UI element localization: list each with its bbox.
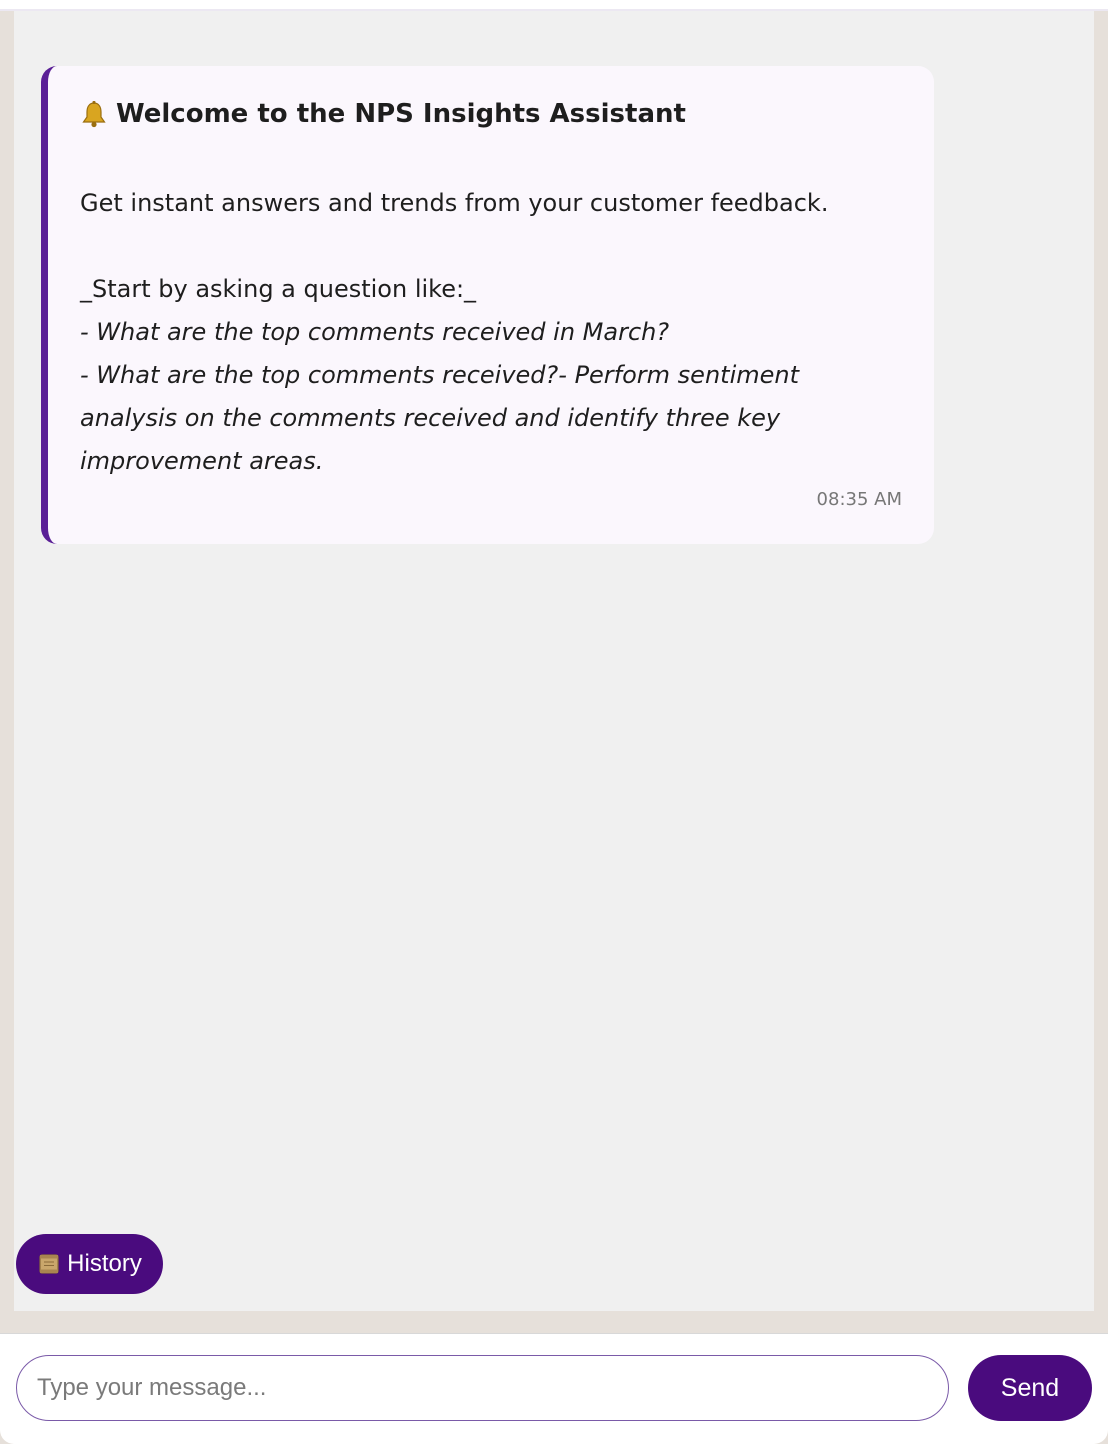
bell-icon: [80, 100, 108, 128]
scroll-icon: [37, 1252, 61, 1276]
message-prompt: _Start by asking a question like:_: [80, 275, 477, 303]
history-label: History: [67, 1250, 142, 1277]
welcome-message: Welcome to the NPS Insights Assistant Ge…: [41, 66, 934, 544]
message-input[interactable]: [16, 1355, 949, 1421]
example-question: - What are the top comments received?- P…: [80, 361, 800, 475]
message-timestamp: 08:35 AM: [816, 489, 902, 510]
chat-area[interactable]: Welcome to the NPS Insights Assistant Ge…: [14, 11, 1094, 1311]
send-button[interactable]: Send: [968, 1355, 1092, 1421]
message-title: Welcome to the NPS Insights Assistant: [116, 99, 686, 129]
message-title-row: Welcome to the NPS Insights Assistant: [80, 96, 902, 132]
history-button[interactable]: History: [16, 1234, 163, 1294]
example-question: - What are the top comments received in …: [80, 318, 670, 346]
top-strip: [0, 0, 1108, 11]
message-intro: Get instant answers and trends from your…: [80, 189, 829, 217]
composer-bar: Send: [0, 1333, 1108, 1444]
